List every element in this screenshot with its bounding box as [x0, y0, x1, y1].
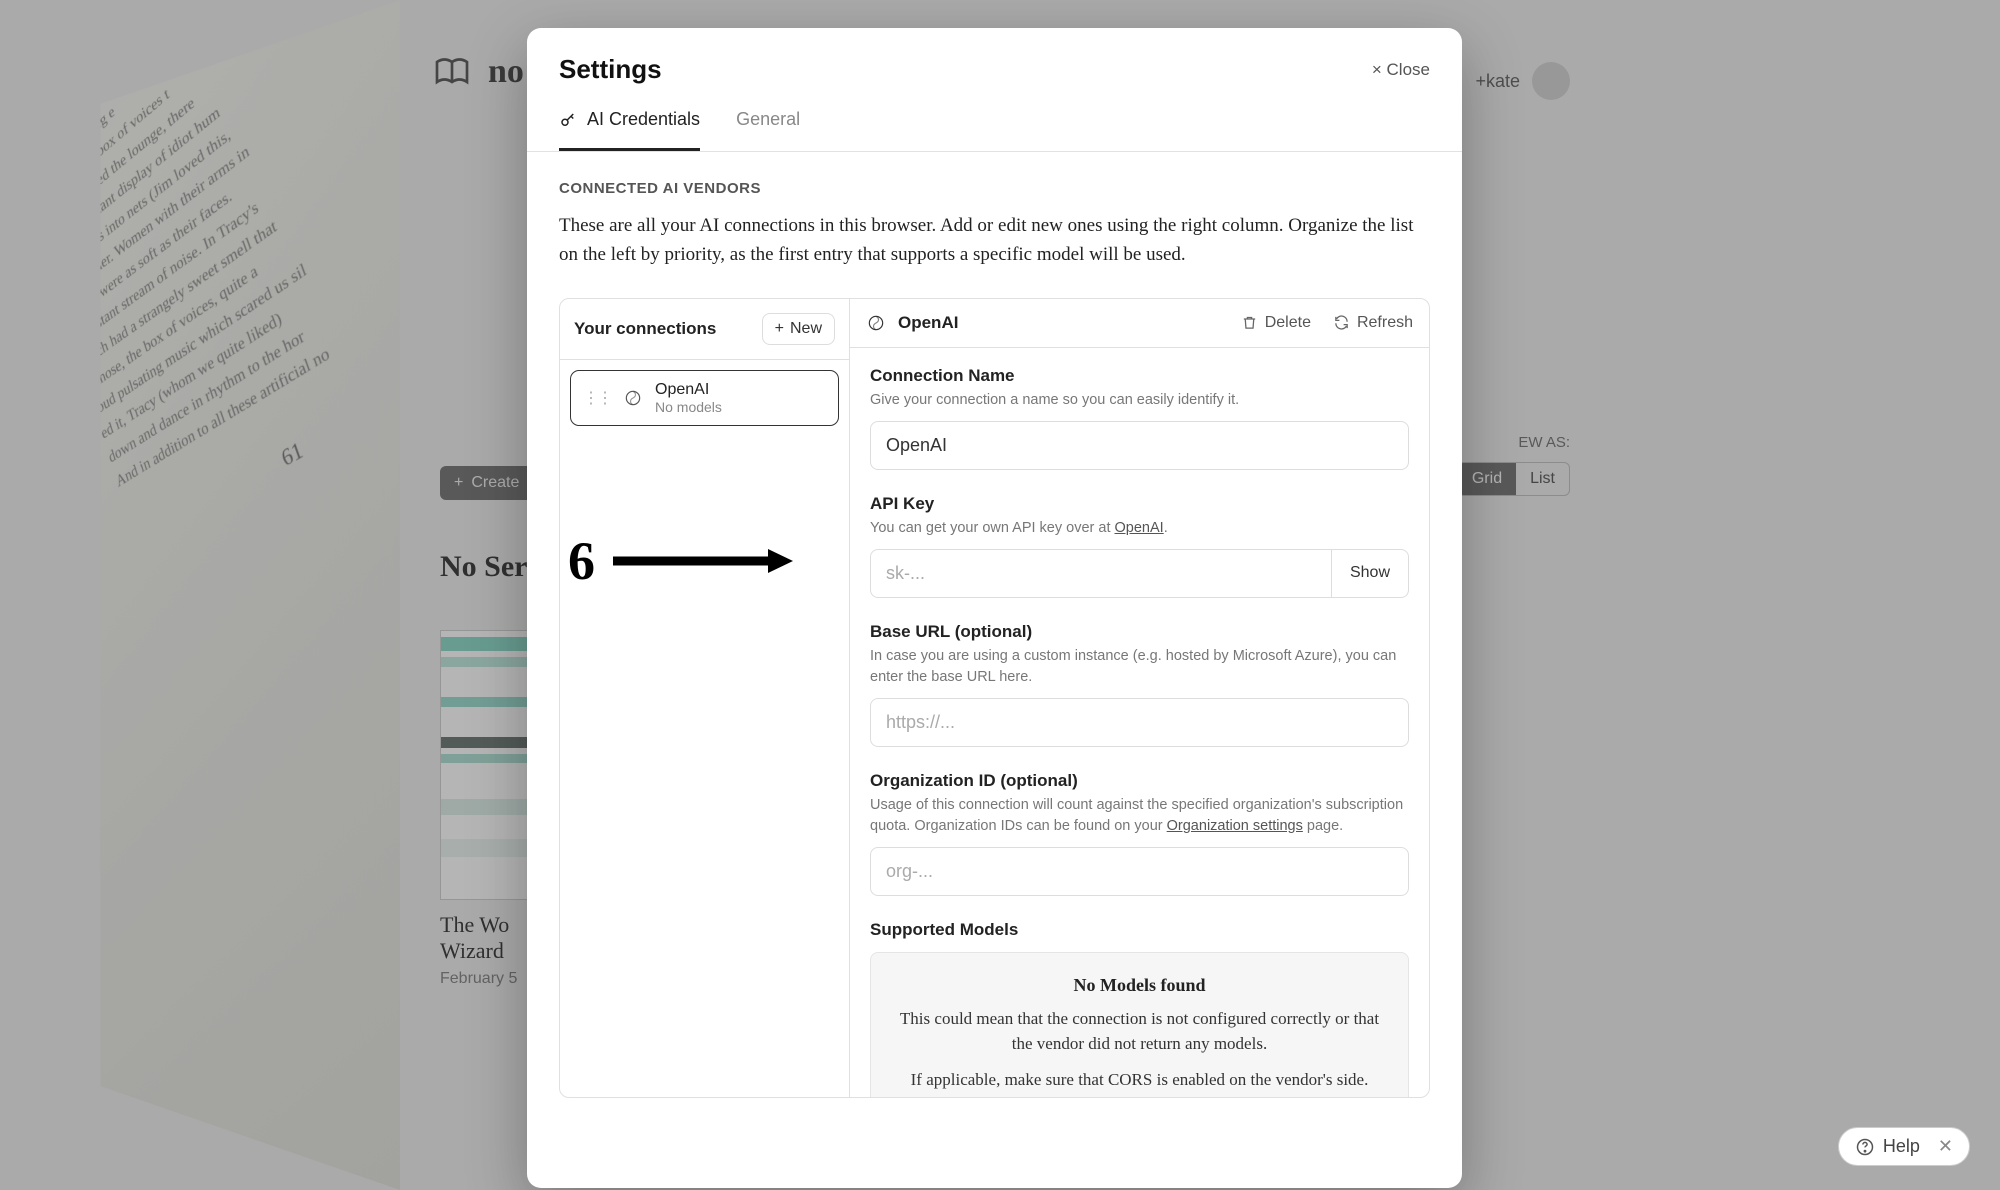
org-id-hint: Usage of this connection will count agai… — [870, 795, 1409, 837]
base-url-input[interactable] — [870, 698, 1409, 747]
tab-label: AI Credentials — [587, 109, 700, 130]
base-url-label: Base URL (optional) — [870, 622, 1409, 642]
openai-icon — [623, 388, 643, 408]
conn-name-hint: Give your connection a name so you can e… — [870, 390, 1409, 411]
arrow-right-icon — [613, 549, 793, 573]
drag-handle-icon[interactable]: ⋮⋮ — [583, 388, 611, 408]
connection-name: OpenAI — [655, 381, 722, 399]
help-icon — [1855, 1137, 1875, 1157]
openai-icon — [866, 313, 886, 333]
tab-general[interactable]: General — [736, 105, 800, 151]
api-key-hint: You can get your own API key over at Ope… — [870, 518, 1409, 539]
openai-link[interactable]: OpenAI — [1115, 520, 1164, 536]
annotation-callout: 6 — [568, 530, 793, 592]
no-models-p2: If applicable, make sure that CORS is en… — [897, 1067, 1382, 1093]
tabs: AI Credentials General — [527, 105, 1462, 152]
help-label: Help — [1883, 1136, 1920, 1157]
delete-label: Delete — [1265, 314, 1311, 332]
no-models-box: No Models found This could mean that the… — [870, 952, 1409, 1097]
connection-sub: No models — [655, 399, 722, 415]
refresh-label: Refresh — [1357, 314, 1413, 332]
no-models-title: No Models found — [897, 975, 1382, 996]
annotation-number: 6 — [568, 530, 595, 592]
key-icon — [559, 111, 577, 129]
refresh-button[interactable]: Refresh — [1333, 314, 1413, 332]
conn-name-input[interactable] — [870, 421, 1409, 470]
api-key-input[interactable] — [870, 549, 1332, 598]
supported-models-label: Supported Models — [870, 920, 1409, 940]
connection-item[interactable]: ⋮⋮ OpenAI No models — [570, 370, 839, 426]
refresh-icon — [1333, 314, 1350, 331]
help-button[interactable]: Help ✕ — [1838, 1127, 1970, 1166]
no-models-p1: This could mean that the connection is n… — [897, 1006, 1382, 1057]
close-button[interactable]: × Close — [1372, 60, 1430, 80]
new-label: New — [790, 320, 822, 338]
close-icon: × — [1372, 60, 1382, 79]
plus-icon: + — [775, 320, 784, 338]
new-connection-button[interactable]: + New — [762, 313, 835, 345]
tab-ai-credentials[interactable]: AI Credentials — [559, 105, 700, 151]
api-key-label: API Key — [870, 494, 1409, 514]
modal-title: Settings — [559, 54, 662, 85]
show-api-key-button[interactable]: Show — [1332, 549, 1409, 598]
conn-name-label: Connection Name — [870, 366, 1409, 386]
close-icon[interactable]: ✕ — [1938, 1136, 1953, 1157]
section-description: These are all your AI connections in thi… — [559, 211, 1419, 270]
org-settings-link[interactable]: Organization settings — [1167, 818, 1303, 834]
vendor-name: OpenAI — [898, 313, 958, 333]
tab-label: General — [736, 109, 800, 130]
connections-panel: Your connections + New ⋮⋮ OpenAI — [559, 298, 1430, 1098]
settings-modal: Settings × Close AI Credentials General … — [527, 28, 1462, 1188]
base-url-hint: In case you are using a custom instance … — [870, 646, 1409, 688]
connections-list-column: Your connections + New ⋮⋮ OpenAI — [560, 299, 850, 1097]
connections-title: Your connections — [574, 319, 716, 339]
org-id-input[interactable] — [870, 847, 1409, 896]
org-id-label: Organization ID (optional) — [870, 771, 1409, 791]
close-label: Close — [1387, 60, 1430, 79]
connection-detail-column: OpenAI Delete Ref — [850, 299, 1429, 1097]
section-label: CONNECTED AI VENDORS — [559, 180, 1430, 197]
trash-icon — [1241, 314, 1258, 331]
delete-button[interactable]: Delete — [1241, 314, 1311, 332]
